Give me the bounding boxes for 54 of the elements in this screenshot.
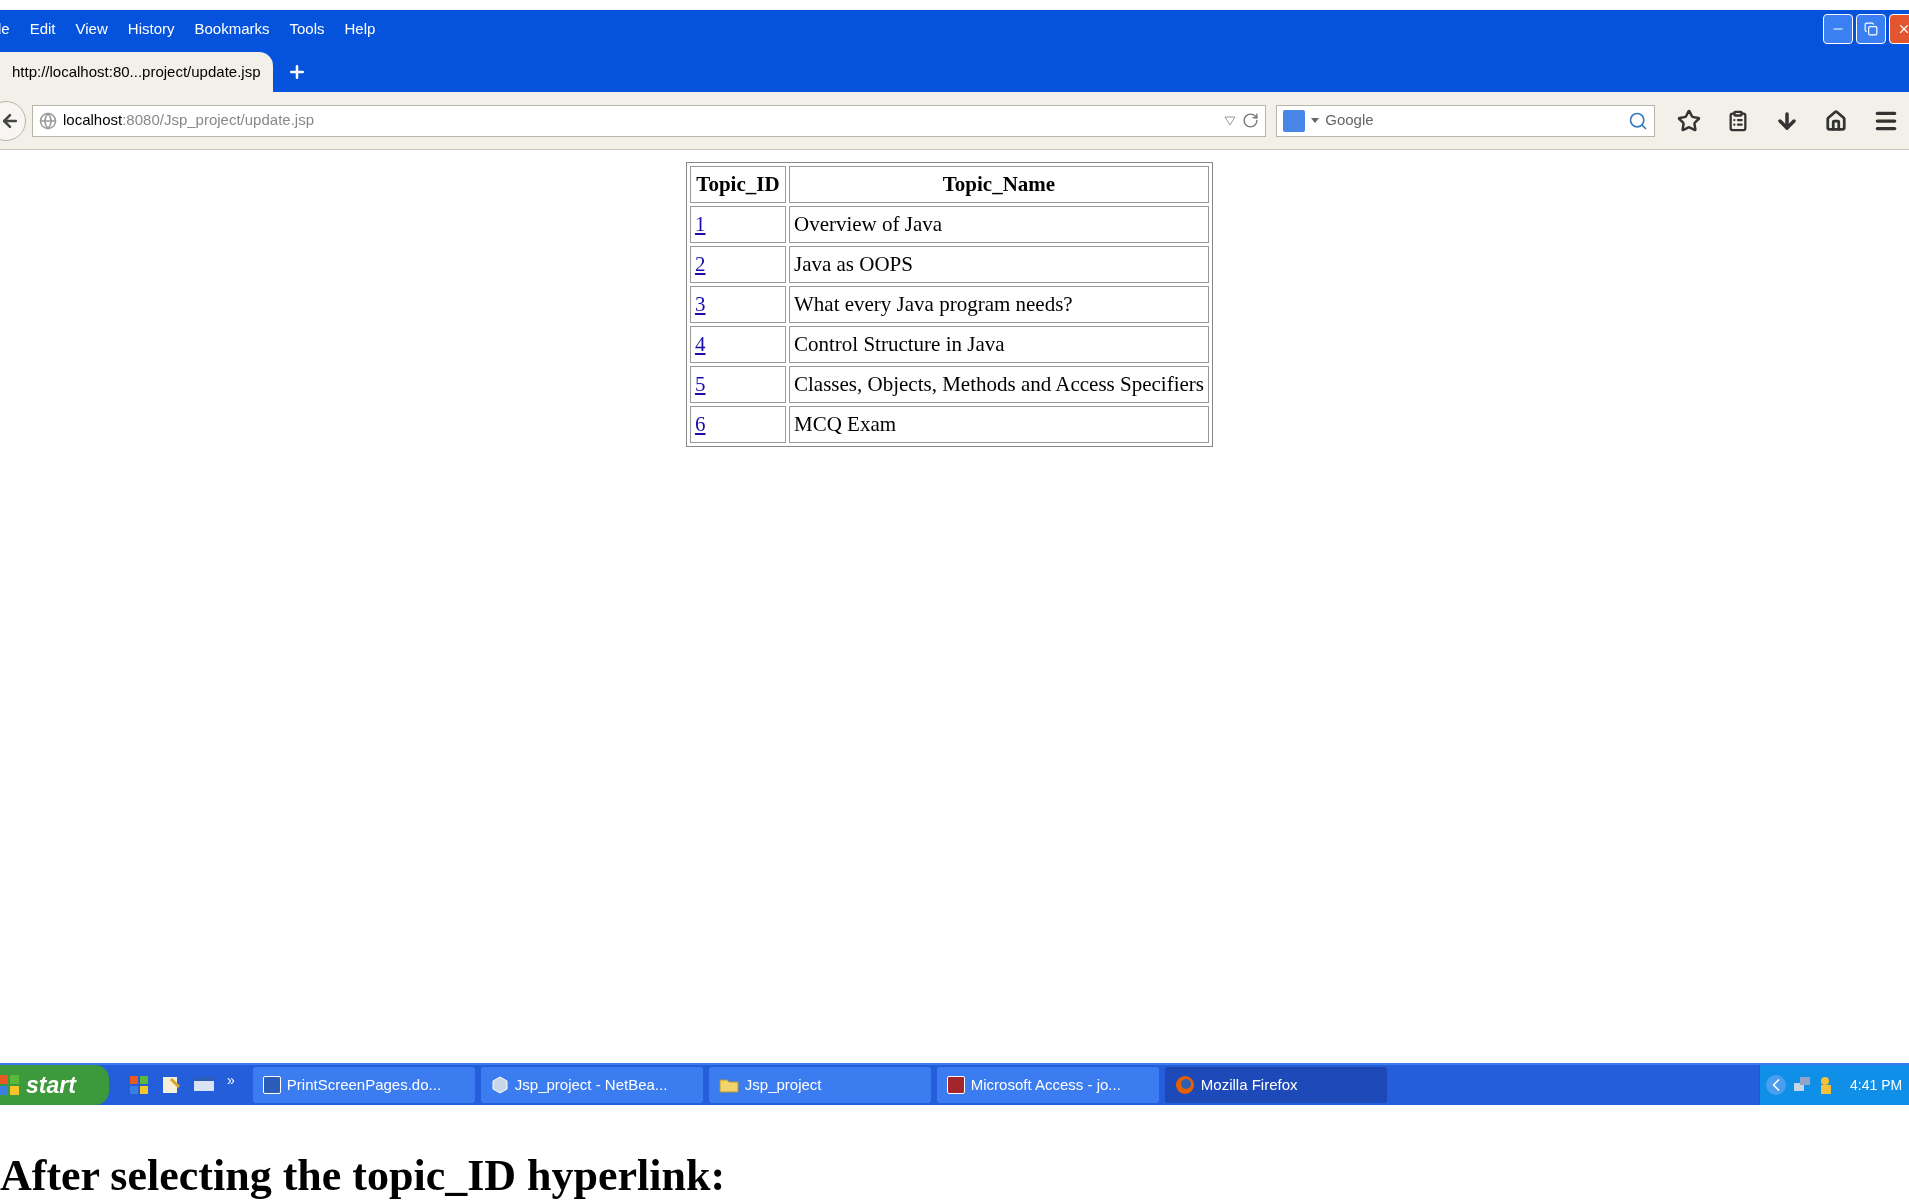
taskbar-button[interactable]: Jsp_project - NetBea... — [480, 1067, 703, 1103]
column-header: Topic_ID — [690, 166, 786, 203]
caret-icon[interactable] — [1311, 117, 1320, 124]
topic-id-link[interactable]: 1 — [695, 211, 706, 236]
windows-logo-icon — [0, 1074, 20, 1096]
start-button[interactable]: start — [0, 1065, 109, 1105]
taskbar-button[interactable]: Microsoft Access - jo... — [936, 1067, 1159, 1103]
menu-item[interactable]: View — [75, 17, 108, 41]
table-cell: What every Java program needs? — [789, 286, 1209, 323]
search-field[interactable]: Google — [1276, 104, 1655, 137]
menu-item[interactable]: Help — [344, 17, 376, 41]
close-icon — [1897, 22, 1909, 36]
folder-icon — [718, 1077, 739, 1093]
table-cell: Overview of Java — [789, 206, 1209, 243]
tray-expand-icon[interactable] — [1766, 1075, 1786, 1095]
search-engine-icon[interactable] — [1283, 109, 1306, 132]
clock: 4:41 PM — [1850, 1075, 1903, 1095]
windows-flag-icon[interactable] — [129, 1075, 149, 1095]
url-text: localhost:8080/Jsp_project/update.jsp — [63, 110, 315, 131]
menu-item[interactable]: Bookmarks — [194, 17, 270, 41]
restore-button[interactable] — [1856, 14, 1886, 44]
taskbar-button[interactable]: Jsp_project — [708, 1067, 931, 1103]
menu-item[interactable]: Tools — [289, 17, 325, 41]
topic-id-link[interactable]: 2 — [695, 251, 706, 276]
bookmark-star-icon[interactable] — [1677, 108, 1701, 133]
table-cell: Classes, Objects, Methods and Access Specifiers — [789, 366, 1209, 403]
minimize-button[interactable] — [1823, 14, 1853, 44]
clipboard-icon[interactable] — [1727, 109, 1749, 132]
menu-item[interactable]: Edit — [29, 17, 56, 41]
taskbar-button[interactable]: PrintScreenPages.do... — [252, 1067, 475, 1103]
overflow-chevron[interactable]: » — [227, 1069, 235, 1091]
address-field[interactable]: localhost:8080/Jsp_project/update.jsp — [32, 104, 1267, 137]
globe-icon — [39, 111, 57, 130]
topic-id-link[interactable]: 6 — [695, 411, 706, 436]
caption-heading: After selecting the topic_ID hyperlink: — [0, 1154, 726, 1198]
restore-icon — [1864, 22, 1878, 36]
table-cell: MCQ Exam — [789, 406, 1209, 443]
reload-icon[interactable] — [1242, 112, 1260, 129]
dropdown-icon[interactable] — [1224, 115, 1237, 126]
topic-id-link[interactable]: 5 — [695, 371, 706, 396]
topic-id-link[interactable]: 4 — [695, 331, 706, 356]
taskbar-button[interactable]: Mozilla Firefox — [1164, 1067, 1387, 1103]
home-icon[interactable] — [1825, 109, 1847, 132]
browser-icon — [1174, 1075, 1195, 1095]
notepad-icon[interactable] — [161, 1075, 181, 1095]
table-cell: Control Structure in Java — [789, 326, 1209, 363]
column-header: Topic_Name — [789, 166, 1209, 203]
menu-item[interactable]: History — [127, 17, 175, 41]
cube-icon — [490, 1076, 509, 1094]
search-icon[interactable] — [1628, 110, 1648, 131]
browser-tab[interactable]: http://localhost:80...project/update.jsp — [0, 52, 273, 92]
search-input[interactable]: Google — [1325, 109, 1622, 132]
table-cell: Java as OOPS — [789, 246, 1209, 283]
topic-id-link[interactable]: 3 — [695, 291, 706, 316]
